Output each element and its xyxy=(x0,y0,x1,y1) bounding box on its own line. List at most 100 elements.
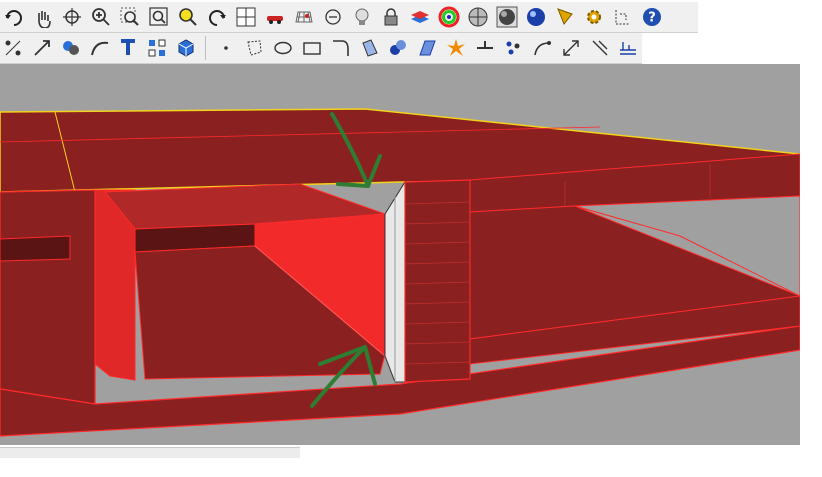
help-icon: ? xyxy=(642,8,661,26)
snap-points-button[interactable] xyxy=(0,35,27,62)
rotate-view-button[interactable] xyxy=(58,4,85,31)
snap-points-icon xyxy=(5,40,21,56)
curve-button[interactable] xyxy=(86,35,113,62)
lock-icon xyxy=(384,8,397,26)
sphere-blue-icon xyxy=(526,8,545,26)
boolean-button[interactable] xyxy=(58,35,85,62)
perspective-viewport[interactable] xyxy=(0,64,800,445)
extend-icon xyxy=(476,41,493,49)
pan-hand-icon xyxy=(37,11,51,28)
dimension-icon xyxy=(615,10,630,25)
sphere-render-icon xyxy=(496,6,517,28)
zoom-selected-button[interactable] xyxy=(174,4,201,31)
sphere-blue-button[interactable] xyxy=(522,4,549,31)
gear-icon xyxy=(586,10,601,24)
transform-button[interactable] xyxy=(29,35,56,62)
array-icon xyxy=(148,39,166,57)
rotate-curve-icon xyxy=(534,41,552,56)
scale-button[interactable] xyxy=(558,35,585,62)
gear-button[interactable] xyxy=(580,4,607,31)
zoom-selected-icon xyxy=(178,8,197,26)
flag-button[interactable] xyxy=(551,4,578,31)
page-margin xyxy=(800,0,822,477)
circle-point-icon xyxy=(324,9,341,25)
spheres-icon xyxy=(390,40,407,55)
status-bar xyxy=(0,447,300,458)
pan-hand-button[interactable] xyxy=(29,4,56,31)
right-column[interactable] xyxy=(404,179,471,383)
light-bulb-button[interactable] xyxy=(348,4,375,31)
sphere-render-button[interactable] xyxy=(493,4,520,31)
dimension-ruler-icon xyxy=(620,42,637,55)
left-wall[interactable] xyxy=(0,189,96,405)
help-button[interactable]: ? xyxy=(638,4,665,31)
point-button[interactable] xyxy=(212,35,239,62)
car-object-button[interactable] xyxy=(261,4,288,31)
spheres-button[interactable] xyxy=(385,35,412,62)
plane-surface-button[interactable] xyxy=(414,35,441,62)
zoom-window-button[interactable] xyxy=(116,4,143,31)
rectangle-icon xyxy=(303,42,321,55)
group-points-icon xyxy=(506,41,520,55)
curve-icon xyxy=(90,41,108,56)
color-wheel-button[interactable] xyxy=(435,4,462,31)
sphere-shaded-icon xyxy=(468,7,487,27)
toolbar-second xyxy=(0,33,642,64)
model-view[interactable] xyxy=(0,64,800,445)
rotate-arrow-button[interactable] xyxy=(0,4,27,31)
array-button[interactable] xyxy=(144,35,171,62)
layers-icon xyxy=(410,11,429,23)
car-object-icon xyxy=(266,16,283,24)
rotate-view-icon xyxy=(62,8,81,26)
mirror-icon xyxy=(592,40,608,56)
light-bulb-icon xyxy=(355,8,368,25)
zoom-window-icon xyxy=(120,7,139,26)
svg-text:?: ? xyxy=(648,11,656,26)
text-t-icon xyxy=(121,39,136,55)
undo-view-button[interactable] xyxy=(203,4,230,31)
explode-icon xyxy=(446,39,465,56)
grid-button[interactable] xyxy=(290,4,317,31)
point-icon xyxy=(223,46,228,50)
layers-button[interactable] xyxy=(406,4,433,31)
toolbar-separator xyxy=(205,36,207,60)
ellipse-button[interactable] xyxy=(270,35,297,62)
mirror-button[interactable] xyxy=(586,35,613,62)
left-lower-strip[interactable] xyxy=(0,235,71,262)
zoom-extents-icon xyxy=(148,7,168,26)
rotate-curve-button[interactable] xyxy=(529,35,556,62)
four-viewports-button[interactable] xyxy=(232,4,259,31)
circle-point-button[interactable] xyxy=(319,4,346,31)
lock-button[interactable] xyxy=(377,4,404,31)
arc-icon xyxy=(332,40,349,56)
boolean-icon xyxy=(62,41,79,55)
surface-button[interactable] xyxy=(356,35,383,62)
text-t-button[interactable] xyxy=(115,35,142,62)
flag-icon xyxy=(556,8,573,25)
cube-icon xyxy=(178,39,194,57)
ellipse-icon xyxy=(274,41,292,55)
extend-button[interactable] xyxy=(471,35,498,62)
zoom-extents-button[interactable] xyxy=(145,4,172,31)
color-wheel-icon xyxy=(438,6,459,28)
dimension-ruler-button[interactable] xyxy=(615,35,642,62)
toolbar-top: ? xyxy=(0,2,698,33)
surface-icon xyxy=(361,39,378,57)
four-viewports-icon xyxy=(236,7,255,27)
cube-button[interactable] xyxy=(173,35,200,62)
transform-icon xyxy=(34,40,51,56)
undo-view-icon xyxy=(208,10,226,26)
zoom-in-icon xyxy=(91,8,110,26)
zoom-in-button[interactable] xyxy=(87,4,114,31)
rectangle-button[interactable] xyxy=(299,35,326,62)
scale-icon xyxy=(563,40,579,56)
dimension-button[interactable] xyxy=(609,4,636,31)
arc-button[interactable] xyxy=(327,35,354,62)
grid-icon xyxy=(294,11,313,23)
group-points-button[interactable] xyxy=(500,35,527,62)
sphere-shaded-button[interactable] xyxy=(464,4,491,31)
polygon-button[interactable] xyxy=(241,35,268,62)
plane-surface-icon xyxy=(419,40,436,56)
explode-button[interactable] xyxy=(442,35,469,62)
rotate-arrow-icon xyxy=(4,10,22,26)
